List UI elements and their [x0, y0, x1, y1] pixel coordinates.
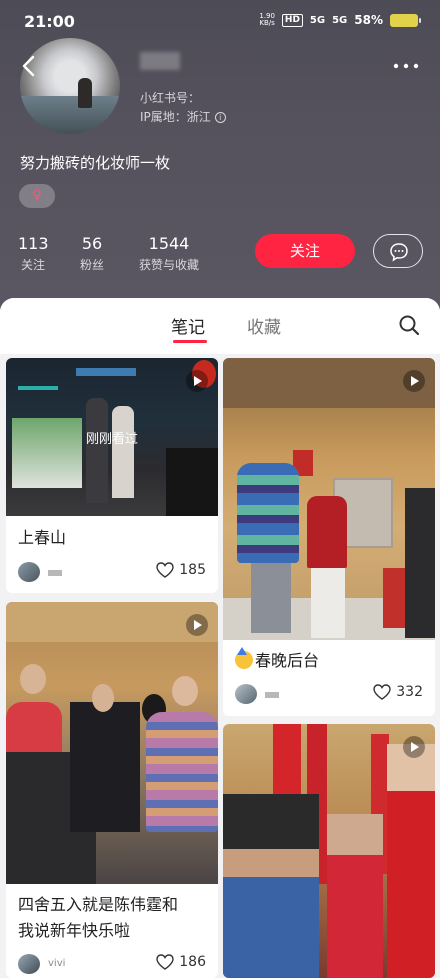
video-play-icon: [186, 370, 208, 392]
author-name-redacted: [48, 570, 62, 576]
info-icon[interactable]: i: [214, 112, 226, 123]
face-2: [92, 684, 114, 712]
like-count[interactable]: 186: [156, 954, 206, 970]
video-play-icon: [186, 614, 208, 636]
note-title-line-2: 我说新年快乐啦: [18, 921, 131, 940]
profile-header: 21:00 1.90 KB/s HD 5G 5G 58% 小红书号： IP属地：…: [0, 0, 440, 310]
recently-viewed-label: 刚刚看过: [85, 432, 138, 447]
note-cover-image: [6, 602, 218, 884]
stat-following[interactable]: 113 关注: [18, 234, 49, 273]
stage-light: [18, 386, 58, 390]
stat-followers-num: 56: [81, 234, 103, 253]
heart-icon: [373, 684, 391, 700]
profile-bio: 努力搬砖的化妆师一枚: [20, 154, 171, 172]
like-count-value: 186: [179, 954, 206, 970]
foreground-figure: [166, 448, 218, 516]
note-title-text: 春晚后台: [255, 651, 320, 670]
network-speed: 1.90 KB/s: [259, 13, 275, 27]
follow-button[interactable]: 关注: [255, 234, 355, 268]
like-count-value: 185: [179, 562, 206, 578]
party-face-icon: [235, 647, 253, 669]
author-avatar[interactable]: [235, 684, 257, 704]
note-footer: 332: [235, 684, 423, 704]
note-cover-image: [223, 358, 435, 640]
tab-active-indicator: [173, 340, 207, 343]
tab-notes[interactable]: 笔记: [171, 313, 205, 338]
like-count[interactable]: 185: [156, 562, 206, 578]
note-title: 上春山: [18, 528, 67, 547]
tab-bar: 笔记 收藏: [0, 298, 440, 354]
more-dots-icon: [393, 63, 419, 69]
person-red-dress: [327, 814, 383, 978]
note-cover-image: [223, 724, 435, 978]
note-cover-image: 刚刚看过: [6, 358, 218, 516]
person-right: [387, 744, 435, 978]
stat-likes[interactable]: 1544 获赞与收藏: [134, 234, 204, 273]
message-button[interactable]: [373, 234, 423, 268]
chevron-left-icon: [22, 55, 35, 77]
stat-following-num: 113: [18, 234, 49, 253]
tab-collections[interactable]: 收藏: [247, 313, 281, 338]
note-title-line-1: 四舍五入就是陈伟霆和: [18, 895, 179, 914]
stat-likes-label: 获赞与收藏: [138, 258, 199, 272]
person-white-pants: [311, 568, 345, 638]
author-avatar[interactable]: [18, 954, 40, 974]
search-button[interactable]: [398, 314, 420, 336]
stat-followers-label: 粉丝: [79, 258, 104, 272]
stage-screen: [76, 368, 136, 376]
heart-icon: [156, 562, 174, 578]
person-red-jacket: [307, 496, 347, 568]
stat-following-label: 关注: [20, 258, 45, 272]
status-indicators: 1.90 KB/s HD 5G 5G 58%: [259, 13, 421, 27]
stat-likes-num: 1544: [148, 234, 190, 253]
author-name-redacted: [265, 692, 279, 698]
author-name[interactable]: vivi: [48, 958, 65, 969]
username-redacted: [140, 52, 180, 70]
note-card[interactable]: [223, 724, 435, 978]
avatar-sea: [20, 95, 120, 134]
note-footer: 185: [18, 562, 206, 582]
status-time: 21:00: [24, 12, 75, 31]
video-play-icon: [403, 370, 425, 392]
more-button[interactable]: [392, 56, 420, 76]
battery-percent: 58%: [354, 13, 383, 27]
note-title: 春晚后台: [235, 647, 320, 674]
performer-2: [112, 406, 134, 498]
ip-location-text: IP属地：浙江: [140, 110, 211, 124]
battery-icon: [390, 13, 421, 27]
avatar-figure: [78, 78, 92, 108]
note-footer: vivi 186: [18, 954, 206, 974]
face-3: [172, 676, 198, 706]
note-card[interactable]: 春晚后台 332: [223, 358, 435, 716]
network-speed-unit: KB/s: [259, 19, 275, 27]
note-card[interactable]: 刚刚看过 上春山 185: [6, 358, 218, 593]
person-pants: [251, 563, 291, 633]
gender-badge: ♀: [19, 184, 55, 208]
note-card[interactable]: 四舍五入就是陈伟霆和 我说新年快乐啦 vivi 186: [6, 602, 218, 978]
signal-icon-2: 5G: [332, 14, 348, 26]
note-title: 四舍五入就是陈伟霆和 我说新年快乐啦: [18, 892, 178, 944]
back-button[interactable]: [16, 52, 44, 80]
video-play-icon: [403, 736, 425, 758]
like-count-value: 332: [396, 684, 423, 700]
person-black: [70, 702, 140, 832]
person-striped-sweater: [237, 463, 299, 563]
chat-bubble-icon: [390, 243, 408, 262]
like-count[interactable]: 332: [373, 684, 423, 700]
author-avatar[interactable]: [18, 562, 40, 582]
face-1: [20, 664, 46, 694]
search-icon: [399, 315, 420, 336]
performer-1: [86, 398, 108, 503]
redbook-id: 小红书号：: [140, 91, 201, 105]
red-case: [383, 568, 405, 628]
person-foreground: [223, 794, 319, 978]
person-striped: [146, 712, 218, 832]
hd-icon: HD: [281, 13, 303, 27]
person-edge: [405, 488, 435, 638]
stat-followers[interactable]: 56 粉丝: [77, 234, 107, 273]
heart-icon: [156, 954, 174, 970]
signal-icon-1: 5G: [309, 14, 326, 26]
ip-location: IP属地：浙江 i: [140, 108, 226, 125]
